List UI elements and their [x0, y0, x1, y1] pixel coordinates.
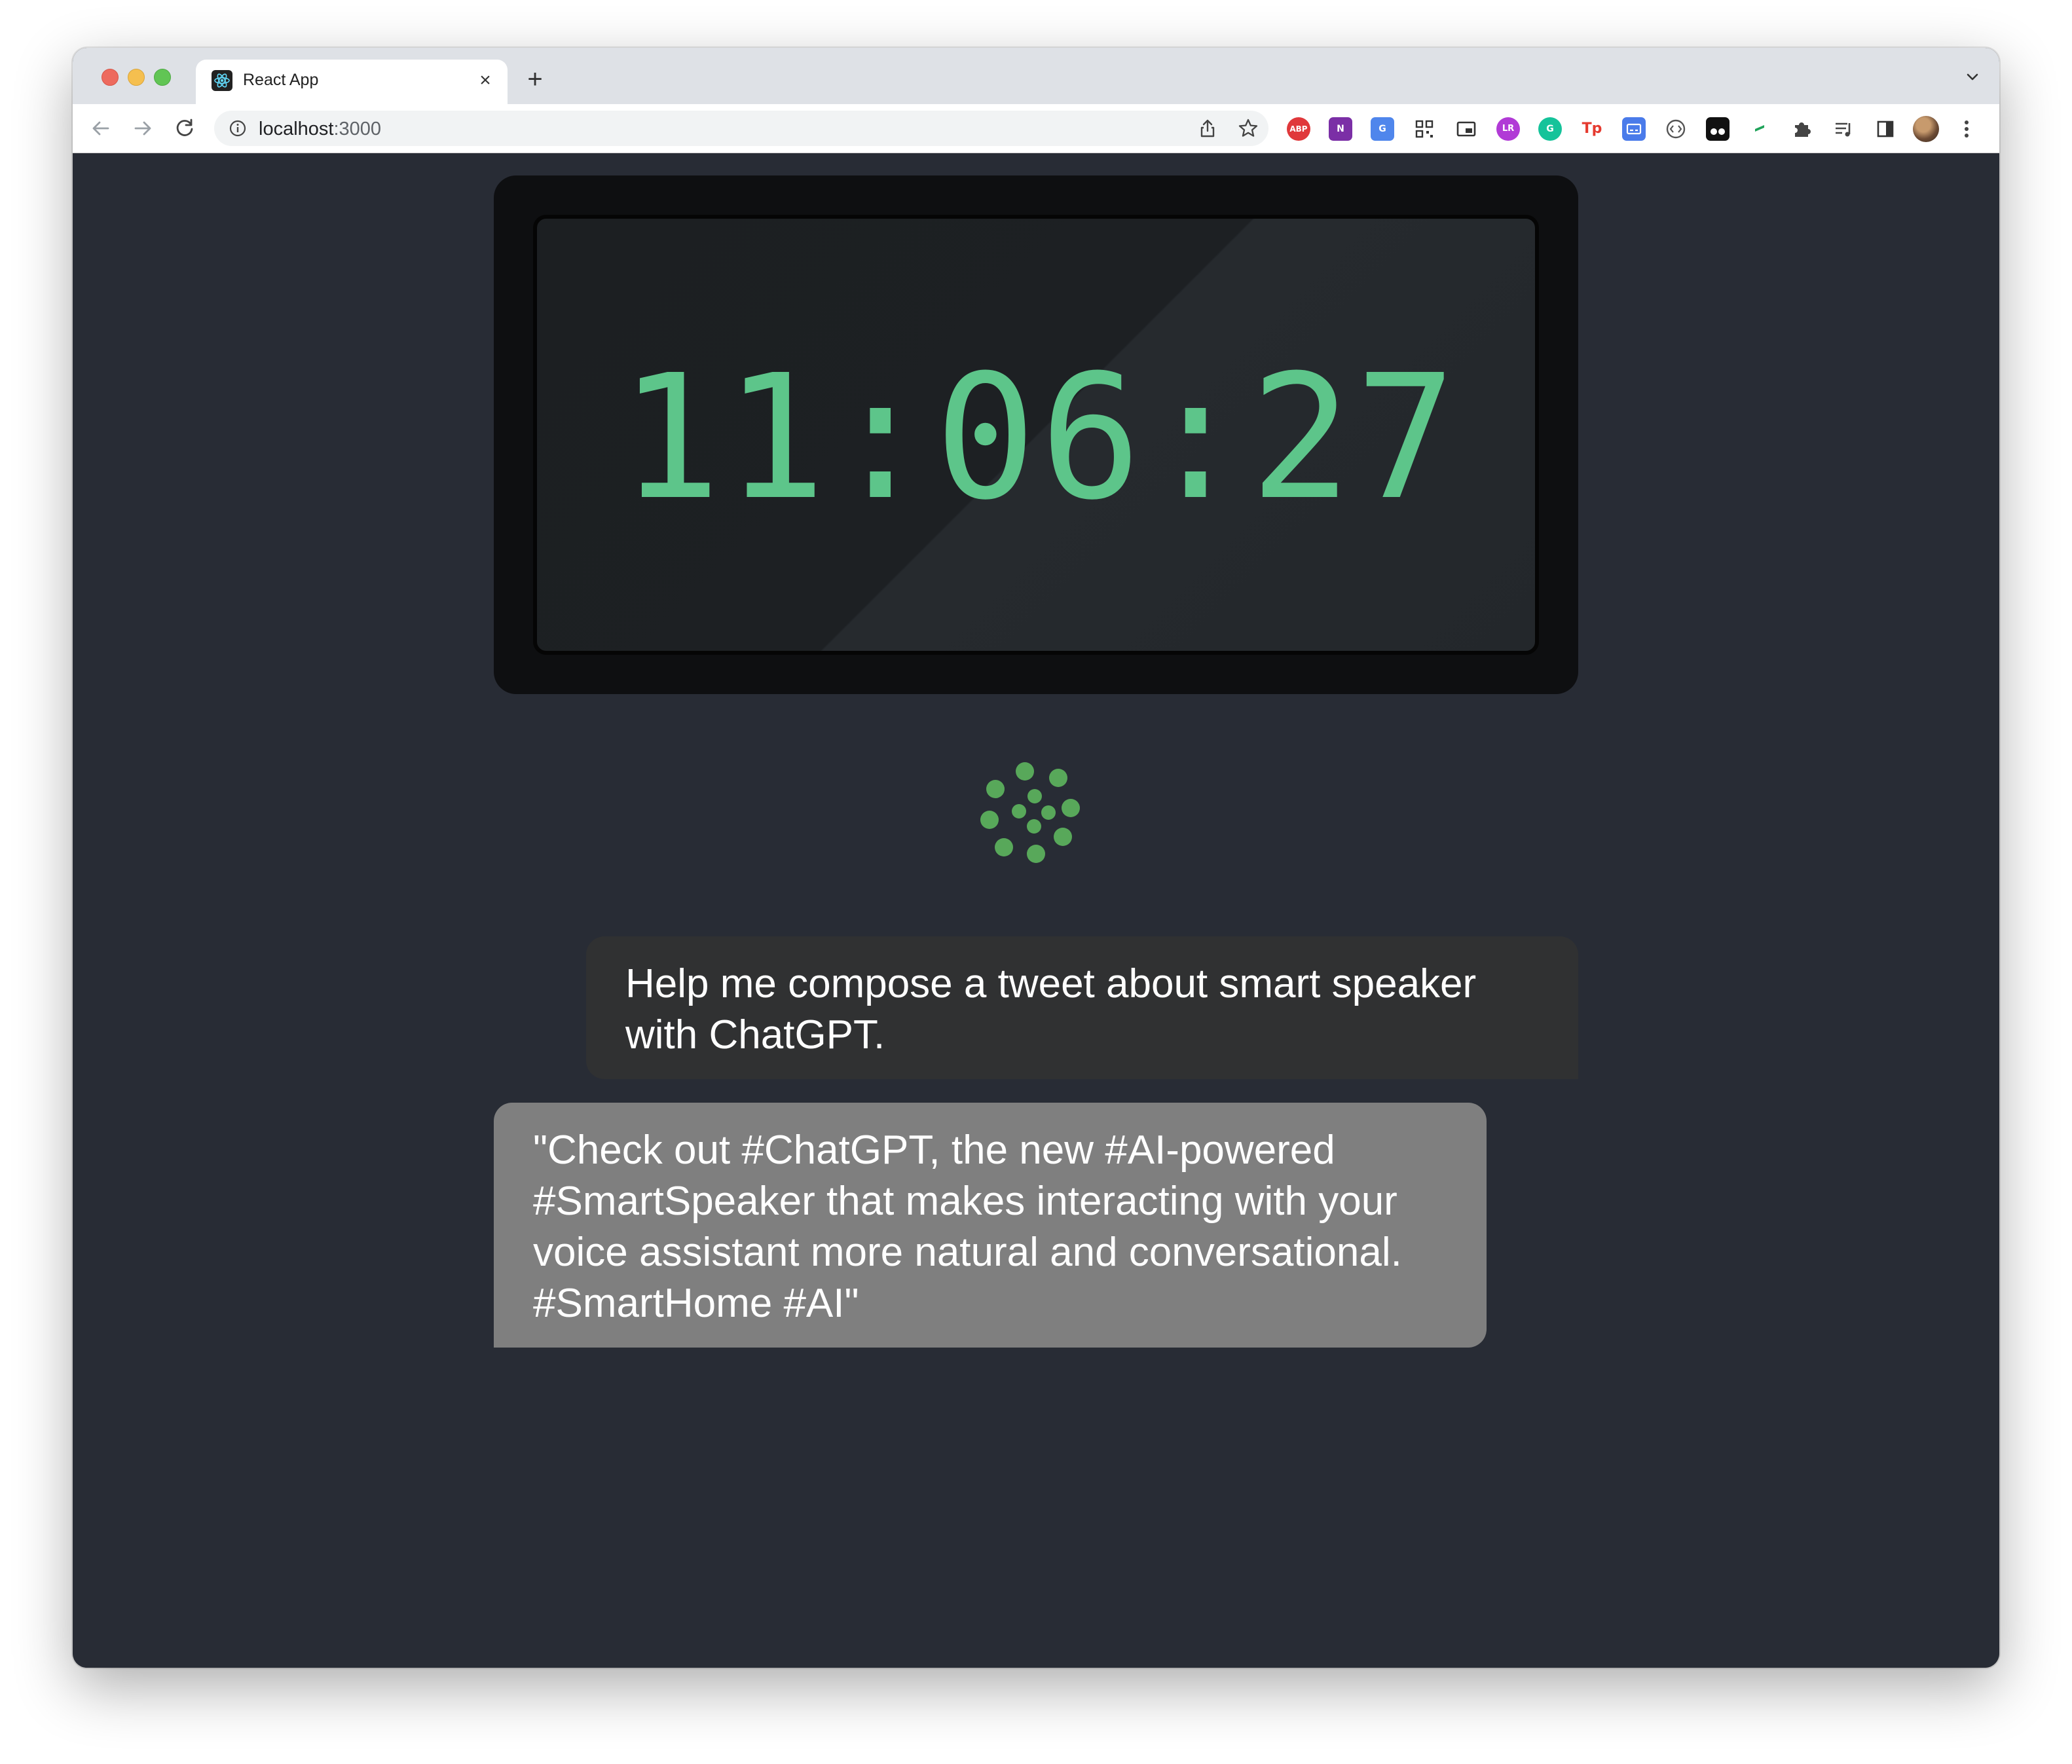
tab-title: React App — [243, 71, 319, 89]
assistant-message-text: "Check out #ChatGPT, the new #AI-powered… — [533, 1128, 1402, 1326]
user-message-text: Help me compose a tweet about smart spea… — [625, 961, 1477, 1057]
info-icon[interactable] — [229, 119, 247, 138]
tab-react-app[interactable]: React App × — [196, 60, 508, 104]
url-host: localhost — [259, 119, 334, 139]
loading-spinner-icon — [978, 756, 1096, 873]
close-window-button[interactable] — [102, 69, 119, 86]
onenote-extension-icon[interactable]: N — [1329, 117, 1352, 141]
zoom-window-button[interactable] — [154, 69, 171, 86]
chevron-down-icon[interactable] — [1963, 67, 1982, 87]
react-logo-icon — [212, 70, 232, 91]
share-icon[interactable] — [1196, 117, 1219, 139]
url-port: :3000 — [333, 119, 382, 139]
tp-extension-icon[interactable]: Tp — [1580, 117, 1604, 141]
devtools-extension-icon[interactable] — [1664, 117, 1688, 141]
star-icon[interactable] — [1237, 117, 1259, 139]
adblock-plus-extension-icon[interactable]: ABP — [1287, 117, 1310, 141]
reading-list-icon[interactable] — [1832, 117, 1855, 141]
grammarly-extension-icon[interactable]: G — [1538, 117, 1562, 141]
address-bar[interactable]: localhost:3000 — [214, 111, 1268, 146]
browser-window: React App × + localhost:3000 ABP N G LR … — [73, 48, 1999, 1668]
profile-avatar[interactable] — [1913, 116, 1939, 142]
close-icon[interactable]: × — [473, 69, 497, 92]
picture-in-picture-extension-icon[interactable] — [1454, 117, 1478, 141]
new-tab-button[interactable]: + — [522, 66, 548, 92]
clock-screen: 11:06:27 — [533, 215, 1539, 655]
lr-extension-icon[interactable]: LR — [1496, 117, 1520, 141]
minimize-window-button[interactable] — [128, 69, 145, 86]
back-arrow-icon[interactable] — [87, 115, 115, 142]
clock-time: 11:06:27 — [620, 338, 1460, 538]
side-panel-icon[interactable] — [1874, 117, 1897, 141]
tab-strip: React App × + — [73, 48, 1999, 104]
subtitles-extension-icon[interactable] — [1622, 117, 1646, 141]
flag-extension-icon[interactable] — [1748, 117, 1771, 141]
puzzle-icon[interactable] — [1790, 117, 1813, 141]
page-content: 11:06:27 Help me compose a tweet about s… — [73, 153, 1999, 1668]
url-text: localhost:3000 — [259, 119, 381, 140]
reload-icon[interactable] — [171, 115, 198, 142]
google-translate-extension-icon[interactable]: G — [1371, 117, 1394, 141]
clock-frame: 11:06:27 — [494, 175, 1578, 694]
kebab-menu-icon[interactable] — [1963, 116, 1970, 142]
user-message-bubble: Help me compose a tweet about smart spea… — [586, 936, 1578, 1079]
assistant-message-bubble: "Check out #ChatGPT, the new #AI-powered… — [494, 1103, 1487, 1348]
tampermonkey-extension-icon[interactable] — [1706, 117, 1730, 141]
qr-code-extension-icon[interactable] — [1413, 117, 1436, 141]
forward-arrow-icon[interactable] — [129, 115, 157, 142]
browser-toolbar: localhost:3000 ABP N G LR G Tp — [73, 104, 1999, 153]
